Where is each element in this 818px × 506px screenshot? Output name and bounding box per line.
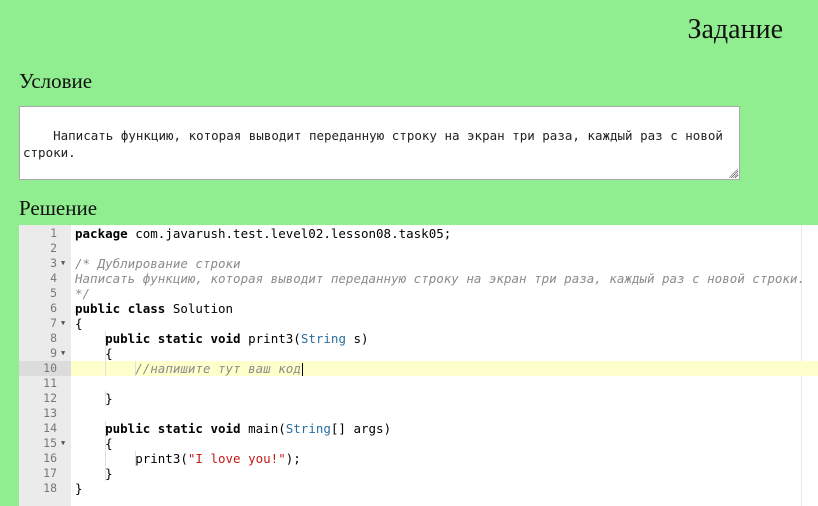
code-token-comment: Написать функцию, которая выводит переда… [75, 271, 805, 286]
line-number: 16 [43, 451, 57, 465]
code-line[interactable]: 12 } [19, 391, 818, 406]
code-line[interactable]: 4 Написать функцию, которая выводит перед… [19, 271, 818, 286]
condition-title: Условие [19, 69, 93, 93]
text-cursor [301, 363, 303, 376]
code-line[interactable]: 14 public static void main(String[] args… [19, 421, 818, 436]
code-token-plain: print3( [240, 331, 301, 346]
condition-text: Написать функцию, которая выводит переда… [23, 128, 731, 160]
code-token-plain: Solution [165, 301, 234, 316]
line-number: 5 [50, 286, 57, 300]
code-token-kw: public [105, 331, 151, 346]
line-number: 14 [43, 421, 57, 435]
line-number: 10 [19, 361, 71, 376]
code-token-plain: } [75, 391, 113, 406]
code-line[interactable]: 16 print3("I love you!"); [19, 451, 818, 466]
code-line[interactable]: 2 [19, 241, 818, 256]
code-token-comment: //напишите тут ваш код [135, 361, 301, 376]
code-token-plain: } [75, 481, 83, 496]
code-token-kw: void [210, 331, 241, 346]
line-number: 13 [43, 406, 57, 420]
condition-textarea[interactable]: Написать функцию, которая выводит переда… [19, 106, 740, 180]
code-line[interactable]: 3 ▼/* Дублирование строки [19, 256, 818, 271]
code-line[interactable]: 7 ▼{ [19, 316, 818, 331]
line-number: 11 [43, 376, 57, 390]
code-line[interactable]: 15 ▼ { [19, 436, 818, 451]
line-number: 12 [43, 391, 57, 405]
code-text: */ [75, 286, 90, 301]
code-token-kw: static [157, 331, 203, 346]
fold-arrow-icon[interactable]: ▼ [61, 256, 69, 271]
page-title: Задание [687, 14, 783, 45]
line-number: 4 [50, 271, 57, 285]
fold-arrow-icon[interactable]: ▼ [61, 346, 69, 361]
code-token-comment: */ [75, 286, 91, 301]
code-text: public static void print3(String s) [75, 331, 369, 346]
code-text: Написать функцию, которая выводит переда… [75, 271, 805, 286]
code-line[interactable]: 11 [19, 376, 818, 391]
code-text: /* Дублирование строки [75, 256, 241, 271]
code-text: { [75, 436, 113, 451]
fold-arrow-icon[interactable]: ▼ [61, 436, 69, 451]
code-token-plain: { [75, 436, 113, 451]
resize-grip-icon[interactable] [729, 169, 738, 178]
task-page: Задание Условие Написать функцию, котора… [0, 0, 818, 506]
code-token-plain: } [75, 466, 113, 481]
code-token-kw: public [75, 301, 121, 316]
line-number: 17 [43, 466, 57, 480]
line-number: 18 [43, 481, 57, 495]
code-line[interactable]: 8 public static void print3(String s) [19, 331, 818, 346]
code-text: } [75, 466, 113, 481]
line-number: 6 [50, 301, 57, 315]
solution-title: Решение [19, 196, 98, 220]
code-token-plain: com.javarush.test.level02.lesson08.task0… [127, 226, 452, 241]
code-token-type: String [300, 331, 346, 346]
code-token-plain: main( [240, 421, 286, 436]
code-editor[interactable]: 1 package com.javarush.test.level02.lesso… [19, 225, 818, 506]
code-text: public static void main(String[] args) [75, 421, 391, 436]
code-line[interactable]: 5 */ [19, 286, 818, 301]
line-number: 1 [50, 226, 57, 240]
code-token-plain: ); [285, 451, 301, 466]
code-line[interactable]: 6 public class Solution [19, 301, 818, 316]
code-token-plain: [] args) [330, 421, 392, 436]
code-token-kw: package [75, 226, 128, 241]
code-token-plain: s) [345, 331, 369, 346]
code-token-plain: { [75, 346, 113, 361]
code-line[interactable]: 1 package com.javarush.test.level02.lesso… [19, 226, 818, 241]
code-token-plain: { [75, 316, 83, 331]
code-text: package com.javarush.test.level02.lesson… [75, 226, 451, 241]
code-text: public class Solution [75, 301, 233, 316]
code-line[interactable]: 9 ▼ { [19, 346, 818, 361]
code-text: //напишите тут ваш код [75, 361, 303, 376]
code-text: { [75, 346, 113, 361]
code-token-type: String [285, 421, 331, 436]
code-token-kw: static [157, 421, 203, 436]
code-line[interactable]: 13 [19, 406, 818, 421]
code-line[interactable]: 18} [19, 481, 818, 496]
code-line[interactable]: 17 } [19, 466, 818, 481]
code-text: print3("I love you!"); [75, 451, 301, 466]
code-text: { [75, 316, 83, 331]
line-number: 8 [50, 331, 57, 345]
code-token-kw: public [105, 421, 151, 436]
code-token-kw: void [210, 421, 241, 436]
code-line[interactable]: 10 //напишите тут ваш код [19, 361, 818, 376]
code-token-str: "I love you!" [187, 451, 286, 466]
code-text: } [75, 481, 83, 496]
line-number: 2 [50, 241, 57, 255]
code-token-kw: class [127, 301, 166, 316]
code-token-comment: /* Дублирование строки [75, 256, 241, 271]
fold-arrow-icon[interactable]: ▼ [61, 316, 69, 331]
code-token-plain: print3( [75, 451, 188, 466]
code-text: } [75, 391, 113, 406]
